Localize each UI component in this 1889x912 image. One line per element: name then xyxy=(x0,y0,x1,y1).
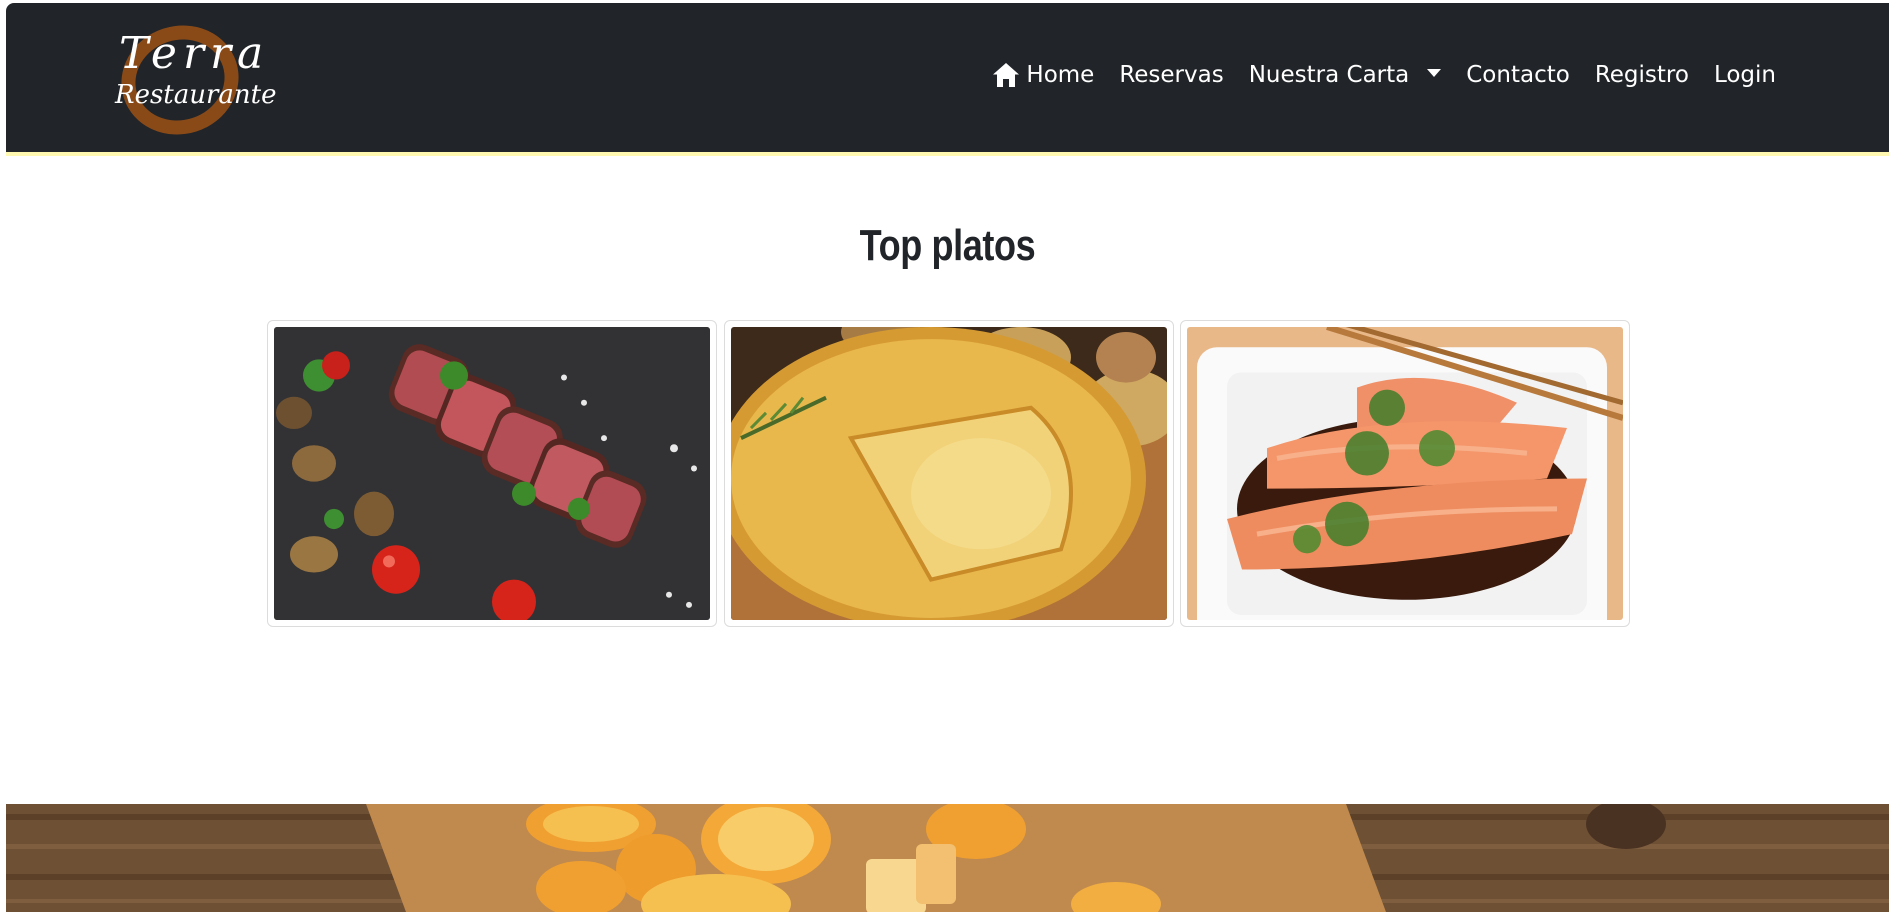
nav-registro-label: Registro xyxy=(1594,62,1689,88)
nav-nuestra-carta-label: Nuestra Carta xyxy=(1248,62,1410,88)
nav-home-label: Home xyxy=(1026,62,1095,88)
dish-card[interactable] xyxy=(1180,320,1630,627)
logo-text-terra: Terra xyxy=(119,28,270,79)
nav-home[interactable]: Home xyxy=(992,62,1094,88)
caret-down-icon xyxy=(1427,69,1442,77)
hero-background-image xyxy=(6,804,1889,912)
nav-login[interactable]: Login xyxy=(1714,62,1776,88)
logo-text-restaurante: Restaurante xyxy=(115,80,277,110)
nav-login-label: Login xyxy=(1713,62,1776,88)
navbar: Terra Restaurante Home Reservas Nuestra … xyxy=(6,3,1889,156)
nav-contacto-label: Contacto xyxy=(1466,62,1570,88)
page: Terra Restaurante Home Reservas Nuestra … xyxy=(6,3,1889,912)
nav-contacto[interactable]: Contacto xyxy=(1466,62,1570,88)
dish-card[interactable] xyxy=(724,320,1174,627)
spanish-omelette-photo xyxy=(731,327,1167,620)
nav-registro[interactable]: Registro xyxy=(1595,62,1689,88)
home-icon xyxy=(992,62,1020,88)
salmon-fillets-photo xyxy=(1187,327,1623,620)
sliced-steak-photo xyxy=(274,327,710,620)
nav-reservas[interactable]: Reservas xyxy=(1119,62,1223,88)
section-title: Top platos xyxy=(859,221,1036,270)
nav-nuestra-carta-dropdown[interactable]: Nuestra Carta xyxy=(1249,62,1442,88)
nav-reservas-label: Reservas xyxy=(1119,62,1224,88)
logo[interactable]: Terra Restaurante xyxy=(107,10,277,150)
dishes-gallery xyxy=(267,320,1637,628)
main-nav: Home Reservas Nuestra Carta Contacto Reg… xyxy=(992,55,1776,95)
dish-card[interactable] xyxy=(267,320,717,627)
